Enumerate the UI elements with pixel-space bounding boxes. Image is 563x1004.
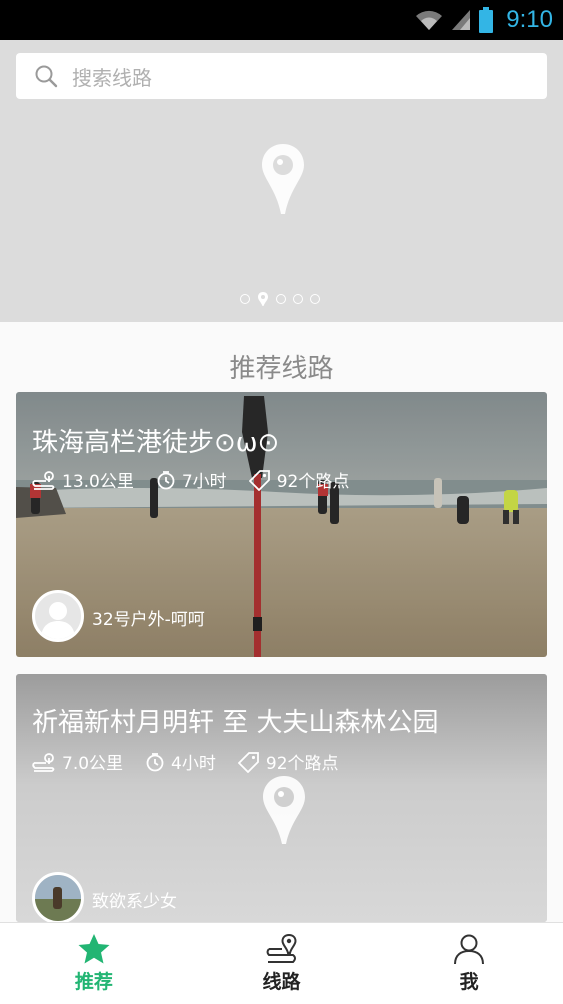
route-waypoints: 92个路点 [248,467,350,492]
route-card[interactable]: 祈福新村月明轩 至 大夫山森林公园 7.0公里 4小时 92个路点 致欲系少女 [16,674,547,922]
route-duration-value: 7小时 [181,472,227,492]
clock-icon [157,470,175,489]
route-icon [266,933,297,963]
search-placeholder: 搜索线路 [72,65,152,90]
carousel-dot-active-pin[interactable] [257,291,269,307]
route-title: 祈福新村月明轩 至 大夫山森林公园 [32,708,439,738]
wifi-icon [416,10,443,30]
search-bar[interactable]: 搜索线路 [16,53,547,99]
signal-icon [452,10,471,30]
author-name: 致欲系少女 [92,892,177,912]
status-icons: 9:10 [414,0,553,40]
route-title: 珠海高栏港徒步⊙ω⊙ [32,428,280,458]
carousel-dot[interactable] [293,294,303,304]
author-avatar[interactable] [32,590,84,642]
battery-icon [479,7,494,33]
route-distance-value: 13.0公里 [62,472,134,492]
tag-icon [237,751,259,773]
distance-icon [32,470,55,490]
tab-label: 线路 [262,971,301,993]
person-icon [454,934,485,965]
route-card[interactable]: 珠海高栏港徒步⊙ω⊙ 13.0公里 7小时 92个路点 32号户外-呵呵 [16,392,547,657]
tab-label: 我 [459,971,479,993]
route-duration-value: 4小时 [171,754,216,774]
clock-icon [146,752,164,771]
status-bar: 9:10 [0,0,563,40]
star-icon [78,934,110,964]
route-duration: 7小时 [156,467,227,492]
route-stats: 13.0公里 7小时 92个路点 [32,467,371,492]
author-avatar[interactable] [32,872,84,922]
bottom-tab-bar: 推荐 线路 我 [0,922,563,1004]
carousel-dot[interactable] [310,294,320,304]
route-stats: 7.0公里 4小时 92个路点 [32,749,361,774]
tab-recommend[interactable]: 推荐 [0,923,188,1004]
route-distance: 13.0公里 [32,467,134,492]
tab-me[interactable]: 我 [375,923,563,1004]
tab-label: 推荐 [74,971,113,993]
route-distance: 7.0公里 [32,749,123,774]
search-icon [35,65,58,88]
default-avatar-icon [41,602,75,639]
tab-routes[interactable]: 线路 [188,923,376,1004]
recommended-section: 推荐线路 珠海高栏港徒步⊙ω⊙ 13.0公里 7小时 92个路点 32号户外-呵… [0,322,563,922]
author-name: 32号户外-呵呵 [92,610,205,630]
distance-icon [32,752,55,772]
section-title: 推荐线路 [229,354,334,384]
route-distance-value: 7.0公里 [62,754,124,774]
carousel-dot[interactable] [240,294,250,304]
banner-carousel[interactable]: 搜索线路 [0,40,563,322]
route-waypoints-value: 92个路点 [276,472,350,492]
route-waypoints: 92个路点 [237,749,339,774]
carousel-dot[interactable] [276,294,286,304]
map-pin-placeholder-icon [262,144,304,214]
route-duration: 4小时 [145,749,216,774]
status-time: 9:10 [506,6,553,33]
tag-icon [248,469,270,491]
carousel-indicator [240,291,320,307]
route-waypoints-value: 92个路点 [265,754,339,774]
author-photo [35,875,81,921]
